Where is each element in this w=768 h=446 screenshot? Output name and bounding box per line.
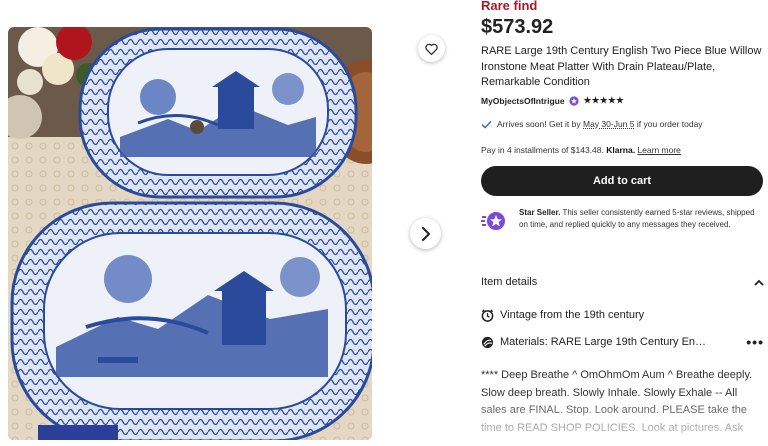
favorite-button[interactable] [418,35,445,62]
klarna-logo: Klarna. [606,145,636,155]
clock-icon [481,308,494,322]
willow-platter-image [8,27,372,440]
star-seller-info: Star Seller. This seller consistently ea… [481,207,764,237]
star-seller-badge [481,207,511,237]
installments-info: Pay in 4 installments of $143.48. Klarna… [481,145,681,155]
vintage-text: Vintage from the 19th century [500,309,645,321]
learn-more-link[interactable]: Learn more [637,145,680,155]
item-details-toggle[interactable]: Item details [481,276,764,288]
delivery-prefix: Arrives soon! Get it by [497,119,581,129]
materials-icon [481,336,494,348]
seller-name[interactable]: MyObjectsOfIntrigue [481,96,565,106]
delivery-suffix: if you order today [636,119,703,129]
vintage-detail: Vintage from the 19th century [481,308,644,322]
description-fade [481,395,768,446]
installments-text: Pay in 4 installments of $143.48. [481,145,604,155]
chevron-up-icon [754,279,764,286]
rating-stars[interactable]: ★★★★★ [584,95,625,106]
more-options-icon[interactable]: ••• [746,334,764,350]
listing-title: RARE Large 19th Century English Two Piec… [481,45,762,88]
star-seller-title: Star Seller. [519,208,561,217]
price: $573.92 [481,16,554,38]
star-seller-badge-icon [481,212,505,230]
item-details-heading: Item details [481,276,538,288]
delivery-dates[interactable]: May 30-Jun 5 [583,119,635,129]
seller-row: MyObjectsOfIntrigue ★★★★★ [481,95,624,106]
materials-detail: Materials: RARE Large 19th Century Engli… [481,334,764,350]
delivery-estimate: Arrives soon! Get it by May 30-Jun 5 if … [481,119,703,129]
star-seller-badge-icon [569,95,579,106]
heart-icon [425,43,438,55]
product-photo[interactable] [8,27,372,440]
materials-text: Materials: RARE Large 19th Century Engli… [500,336,710,348]
next-image-button[interactable] [410,218,441,249]
add-to-cart-button[interactable]: Add to cart [481,166,763,196]
check-icon [481,120,492,129]
chevron-right-icon [421,226,430,241]
rare-find-label: Rare find [481,0,538,13]
